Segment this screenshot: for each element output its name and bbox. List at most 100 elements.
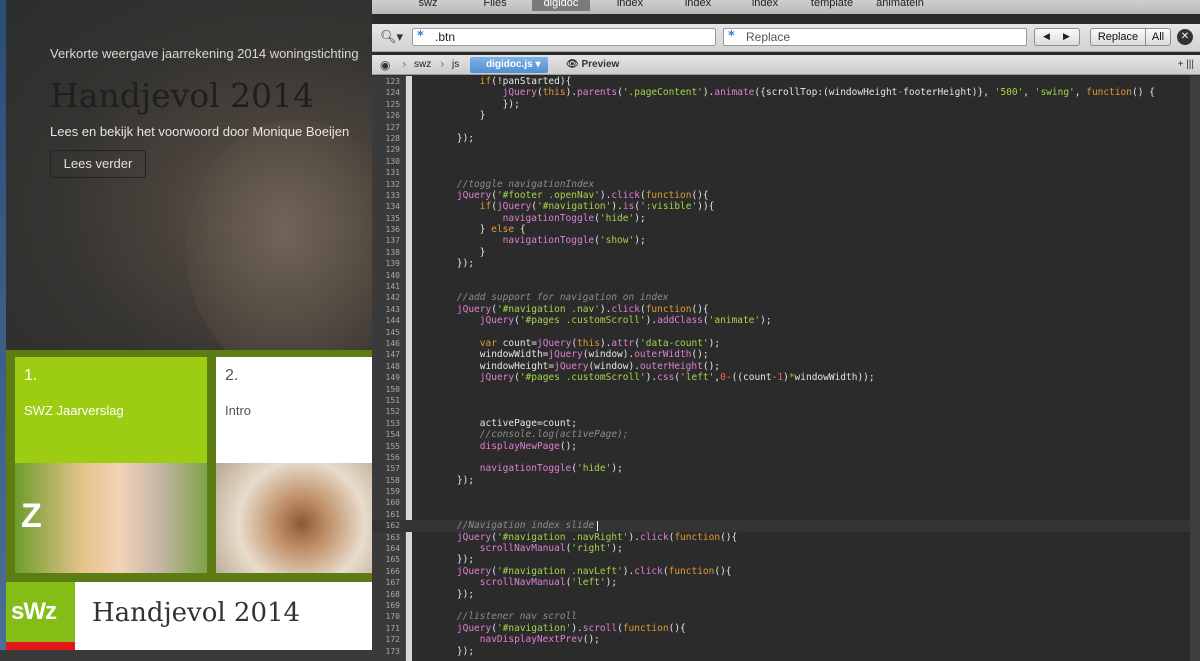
replace-input[interactable]: * Replace — [723, 28, 1027, 46]
code-line[interactable]: 149 jQuery('#pages .customScroll').css('… — [372, 372, 1200, 383]
code-line[interactable]: 146 var count=jQuery(this).attr('data-co… — [372, 338, 1200, 349]
code-lines[interactable]: 123 if(!panStarted){124 jQuery(this).par… — [372, 76, 1200, 657]
card-intro[interactable]: 2. Intro — [216, 357, 372, 573]
line-text: jQuery('#navigation .nav').click(functio… — [456, 303, 709, 315]
code-line[interactable]: 151 — [372, 395, 1200, 406]
code-line[interactable]: 139 }); — [372, 258, 1200, 269]
tab-digidoc[interactable]: digidoc — [532, 0, 590, 11]
code-line[interactable]: 138 } — [372, 247, 1200, 258]
line-number: 139 — [385, 259, 400, 269]
code-line[interactable]: 156 — [372, 452, 1200, 463]
swz-logo[interactable]: sWz — [6, 582, 75, 650]
split-view-button[interactable]: + ||| — [1178, 57, 1194, 73]
code-line[interactable]: 168 }); — [372, 589, 1200, 600]
line-number: 169 — [385, 600, 400, 610]
line-number: 147 — [385, 350, 400, 360]
code-line[interactable]: 140 — [372, 270, 1200, 281]
line-number: 168 — [385, 589, 400, 599]
code-line[interactable]: 159 — [372, 486, 1200, 497]
tab-index-2[interactable]: index — [676, 0, 720, 11]
code-line[interactable]: 154 //console.log(activePage); — [372, 429, 1200, 440]
preview-button[interactable]: 👁︎ Preview — [566, 57, 619, 73]
code-line[interactable]: 143 jQuery('#navigation .nav').click(fun… — [372, 304, 1200, 315]
replace-all-button[interactable]: All — [1145, 28, 1171, 46]
card-photo-coffee — [216, 463, 372, 573]
code-line[interactable]: 135 navigationToggle('hide'); — [372, 213, 1200, 224]
code-line[interactable]: 166 jQuery('#navigation .navLeft').click… — [372, 566, 1200, 577]
code-line[interactable]: 147 windowWidth=jQuery(window).outerWidt… — [372, 349, 1200, 360]
eye-icon[interactable]: ◉ — [380, 58, 390, 72]
tab-animatein[interactable]: animatein — [868, 0, 932, 11]
code-line[interactable]: 160 — [372, 497, 1200, 508]
card-swz-jaarverslag[interactable]: 1. SWZ Jaarverslag Z — [15, 357, 207, 573]
line-number: 140 — [385, 270, 400, 280]
line-number: 137 — [385, 236, 400, 246]
tab-index-1[interactable]: index — [608, 0, 652, 11]
code-line[interactable]: 129 — [372, 144, 1200, 155]
code-line[interactable]: 164 scrollNavManual('right'); — [372, 543, 1200, 554]
code-line[interactable]: 131 — [372, 167, 1200, 178]
find-nav-buttons: ◀ ▶ — [1034, 28, 1080, 46]
code-line[interactable]: 171 jQuery('#navigation').scroll(functio… — [372, 623, 1200, 634]
find-previous-button[interactable]: ◀ — [1043, 32, 1050, 42]
line-text: jQuery('#footer .openNav').click(functio… — [456, 189, 709, 201]
replace-button[interactable]: Replace — [1090, 28, 1146, 46]
code-line[interactable]: 163 jQuery('#navigation .navRight').clic… — [372, 532, 1200, 543]
code-line[interactable]: 148 windowHeight=jQuery(window).outerHei… — [372, 361, 1200, 372]
line-text: jQuery('#navigation .navRight').click(fu… — [456, 531, 738, 543]
code-line[interactable]: 136 } else { — [372, 224, 1200, 235]
code-line[interactable]: 124 jQuery(this).parents('.pageContent')… — [372, 87, 1200, 98]
code-line[interactable]: 130 — [372, 156, 1200, 167]
code-line[interactable]: 162 //Navigation index slide — [372, 520, 1200, 532]
code-line[interactable]: 125 }); — [372, 99, 1200, 110]
line-number: 142 — [385, 293, 400, 303]
code-line[interactable]: 144 jQuery('#pages .customScroll').addCl… — [372, 315, 1200, 326]
magnifier-icon[interactable]: 🔍︎▾ — [380, 30, 403, 45]
line-number: 134 — [385, 202, 400, 212]
code-line[interactable]: 169 — [372, 600, 1200, 611]
code-line[interactable]: 133 jQuery('#footer .openNav').click(fun… — [372, 190, 1200, 201]
code-line[interactable]: 141 — [372, 281, 1200, 292]
code-line[interactable]: 152 — [372, 406, 1200, 417]
tab-swz[interactable]: swz — [408, 0, 448, 11]
close-icon[interactable]: ✕ — [1177, 29, 1193, 45]
breadcrumb-folder[interactable]: js — [452, 57, 459, 73]
code-line[interactable]: 155 displayNewPage(); — [372, 441, 1200, 452]
code-line[interactable]: 145 — [372, 327, 1200, 338]
code-line[interactable]: 123 if(!panStarted){ — [372, 76, 1200, 87]
code-area[interactable]: 123 if(!panStarted){124 jQuery(this).par… — [372, 76, 1200, 661]
code-line[interactable]: 153 activePage=count; — [372, 418, 1200, 429]
hero-section: Verkorte weergave jaarrekening 2014 woni… — [6, 0, 372, 350]
breadcrumb-file[interactable]: digidoc.js ▾ — [470, 57, 549, 73]
regex-icon[interactable]: * — [728, 29, 735, 44]
breadcrumb-root[interactable]: swz — [414, 57, 431, 73]
code-line[interactable]: 132 //toggle navigationIndex — [372, 179, 1200, 190]
line-text: if(!panStarted){ — [479, 76, 572, 87]
tab-index-3[interactable]: index — [743, 0, 787, 11]
line-text: activePage=count; — [434, 417, 577, 429]
tab-files[interactable]: Files — [472, 0, 518, 11]
code-line[interactable]: 128 }); — [372, 133, 1200, 144]
code-line[interactable]: 170 //listener nav scroll — [372, 611, 1200, 622]
code-line[interactable]: 161 — [372, 509, 1200, 520]
regex-icon[interactable]: * — [417, 29, 424, 44]
line-number: 148 — [385, 361, 400, 371]
code-line[interactable]: 157 navigationToggle('hide'); — [372, 463, 1200, 474]
code-line[interactable]: 173 }); — [372, 646, 1200, 657]
tab-template[interactable]: template — [804, 0, 860, 11]
read-more-button[interactable]: Lees verder — [50, 150, 146, 178]
code-line[interactable]: 134 if(jQuery('#navigation').is(':visibl… — [372, 201, 1200, 212]
code-line[interactable]: 137 navigationToggle('show'); — [372, 235, 1200, 246]
vertical-scrollbar[interactable] — [1190, 76, 1200, 661]
code-line[interactable]: 172 navDisplayNextPrev(); — [372, 634, 1200, 645]
search-input[interactable]: * .btn — [412, 28, 716, 46]
code-line[interactable]: 158 }); — [372, 475, 1200, 486]
code-line[interactable]: 167 scrollNavManual('left'); — [372, 577, 1200, 588]
code-line[interactable]: 127 — [372, 122, 1200, 133]
line-text: jQuery('#pages .customScroll').addClass(… — [479, 315, 772, 327]
code-line[interactable]: 150 — [372, 384, 1200, 395]
code-line[interactable]: 165 }); — [372, 554, 1200, 565]
find-next-button[interactable]: ▶ — [1063, 32, 1070, 42]
code-line[interactable]: 142 //add support for navigation on inde… — [372, 292, 1200, 303]
code-line[interactable]: 126 } — [372, 110, 1200, 121]
